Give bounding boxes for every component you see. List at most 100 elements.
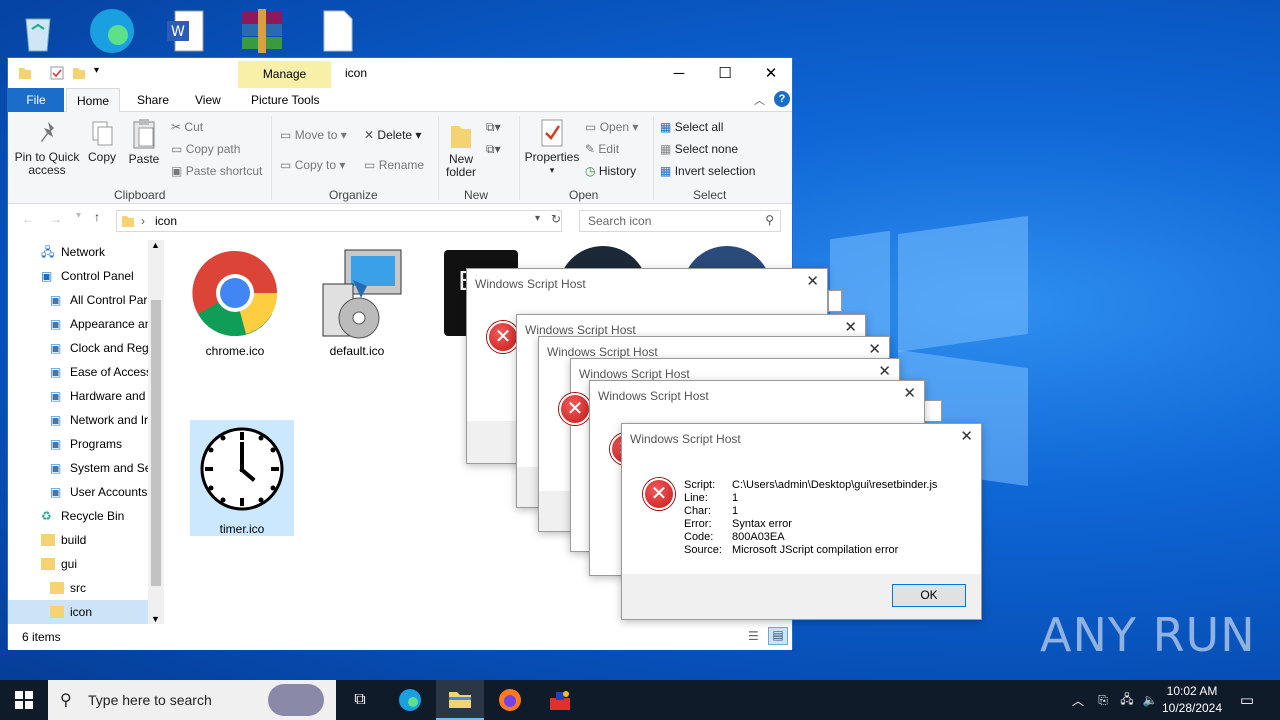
- taskbar-app-button[interactable]: [536, 680, 584, 720]
- nav-item[interactable]: ▣ System and Se: [8, 456, 148, 480]
- control-panel-item-icon: ▣: [50, 365, 62, 379]
- delete-button[interactable]: ✕ Delete ▾: [364, 128, 421, 142]
- maximize-button[interactable]: ☐: [702, 58, 748, 88]
- details-view-icon[interactable]: ☰: [748, 629, 759, 643]
- quick-access-dropdown-icon[interactable]: ▾: [94, 65, 99, 81]
- tab-picture-tools[interactable]: Picture Tools: [241, 88, 329, 112]
- help-icon[interactable]: ?: [774, 91, 790, 107]
- tab-share[interactable]: Share: [127, 88, 179, 112]
- nav-item-label: Control Panel: [61, 269, 134, 283]
- up-arrow-icon[interactable]: ↑: [94, 210, 100, 224]
- refresh-icon[interactable]: ↻: [551, 212, 561, 226]
- scroll-up-icon[interactable]: ▲: [151, 240, 160, 250]
- tab-home[interactable]: Home: [66, 88, 121, 113]
- task-view-button[interactable]: ⧉: [336, 680, 384, 720]
- network-icon[interactable]: 🖧: [1116, 680, 1138, 720]
- new-folder-quick-icon[interactable]: [72, 65, 86, 81]
- ribbon-separator: [438, 116, 439, 200]
- nav-item[interactable]: ▣ All Control Par: [8, 288, 148, 312]
- paste-shortcut-button[interactable]: ▣ Paste shortcut: [171, 164, 262, 178]
- nav-item[interactable]: ▣ Ease of Access: [8, 360, 148, 384]
- taskbar-explorer-button[interactable]: [436, 680, 484, 720]
- ok-button[interactable]: OK: [892, 584, 966, 607]
- close-icon[interactable]: ✕: [844, 318, 857, 336]
- close-button[interactable]: ✕: [748, 58, 794, 88]
- tab-view[interactable]: View: [185, 88, 231, 112]
- history-button[interactable]: ◷ History: [585, 164, 636, 178]
- close-icon[interactable]: ✕: [878, 362, 891, 380]
- nav-item[interactable]: 🖧 Network: [8, 240, 148, 264]
- nav-item[interactable]: ▣ Hardware and: [8, 384, 148, 408]
- edge-icon[interactable]: [84, 6, 140, 56]
- taskbar-firefox-button[interactable]: [486, 680, 534, 720]
- move-to-button[interactable]: ▭ Move to ▾: [280, 128, 347, 142]
- file-item[interactable]: chrome.ico: [183, 242, 287, 358]
- nav-item[interactable]: ▣ Appearance an: [8, 312, 148, 336]
- large-icons-view-icon[interactable]: ▤: [768, 627, 788, 645]
- nav-item[interactable]: ▣ Clock and Regi: [8, 336, 148, 360]
- nav-item[interactable]: ▣ Control Panel: [8, 264, 148, 288]
- meet-now-icon[interactable]: ⎘: [1092, 680, 1114, 720]
- file-item-selected[interactable]: timer.ico: [190, 420, 294, 536]
- nav-item[interactable]: gui: [8, 552, 148, 576]
- new-item-icon[interactable]: ⧉▾: [486, 120, 501, 135]
- address-bar[interactable]: › icon ▾ ↻: [116, 210, 562, 232]
- properties-button[interactable]: Properties ▾: [524, 118, 580, 177]
- recent-locations-icon[interactable]: ▾: [76, 210, 81, 221]
- file-item[interactable]: default.ico: [305, 242, 409, 358]
- close-icon[interactable]: ✕: [806, 272, 819, 290]
- start-button[interactable]: [0, 680, 48, 720]
- taskbar-search-box[interactable]: ⚲ Type here to search: [48, 680, 336, 720]
- collapse-ribbon-icon[interactable]: ︿: [754, 92, 765, 108]
- blank-file-icon[interactable]: [310, 6, 366, 56]
- invert-selection-button[interactable]: ▦ Invert selection: [660, 164, 755, 178]
- rename-button[interactable]: ▭ Rename: [364, 158, 424, 172]
- nav-scrollbar[interactable]: ▲ ▼: [148, 240, 164, 624]
- scroll-thumb[interactable]: [151, 300, 161, 586]
- select-group-label: Select: [693, 188, 727, 202]
- nav-item[interactable]: ▣ Network and Ir: [8, 408, 148, 432]
- select-none-button[interactable]: ▦ Select none: [660, 142, 738, 156]
- nav-item[interactable]: ▣ Programs: [8, 432, 148, 456]
- word-document-icon[interactable]: W: [157, 6, 213, 56]
- tray-overflow-icon[interactable]: ︿: [1068, 680, 1088, 720]
- scroll-down-icon[interactable]: ▼: [151, 614, 160, 624]
- close-icon[interactable]: ✕: [868, 340, 881, 358]
- pin-quick-access-button[interactable]: Pin to Quick access: [14, 120, 82, 177]
- winrar-icon[interactable]: [234, 6, 290, 56]
- minimize-button[interactable]: ─: [656, 58, 702, 88]
- manage-contextual-tab[interactable]: Manage: [238, 61, 331, 88]
- history-label: History: [598, 164, 637, 178]
- copy-button[interactable]: Copy: [86, 120, 118, 164]
- new-folder-button[interactable]: New folder: [442, 120, 480, 179]
- taskbar-clock[interactable]: 10:02 AM 10/28/2024: [1160, 683, 1224, 717]
- copy-path-button[interactable]: ▭ Copy path: [171, 142, 240, 156]
- close-icon[interactable]: ✕: [903, 384, 916, 402]
- paste-button[interactable]: Paste: [126, 118, 162, 166]
- nav-item[interactable]: build: [8, 528, 148, 552]
- cut-button[interactable]: ✂ Cut: [171, 120, 203, 134]
- breadcrumb-current[interactable]: icon: [155, 214, 177, 228]
- easy-access-icon[interactable]: ⧉▾: [486, 142, 501, 157]
- forward-arrow-icon[interactable]: →: [50, 212, 62, 226]
- clipboard-group-label: Clipboard: [114, 188, 166, 202]
- properties-check-icon[interactable]: [50, 65, 64, 81]
- close-icon[interactable]: ✕: [960, 427, 973, 445]
- invert-selection-label: Invert selection: [674, 164, 756, 178]
- open-button[interactable]: ▭ Open ▾: [585, 120, 638, 134]
- volume-icon[interactable]: 🔈: [1140, 680, 1160, 720]
- recycle-bin-icon[interactable]: [10, 6, 66, 56]
- nav-item[interactable]: ♻ Recycle Bin: [8, 504, 148, 528]
- copy-to-button[interactable]: ▭ Copy to ▾: [280, 158, 345, 172]
- nav-item[interactable]: src: [8, 576, 148, 600]
- notifications-icon[interactable]: ▭: [1232, 680, 1262, 720]
- taskbar-edge-button[interactable]: [386, 680, 434, 720]
- back-arrow-icon[interactable]: ←: [22, 212, 34, 226]
- nav-item[interactable]: icon: [8, 600, 148, 624]
- edit-button[interactable]: ✎ Edit: [585, 142, 619, 156]
- nav-item[interactable]: ▣ User Accounts: [8, 480, 148, 504]
- code-value: 800A03EA: [732, 531, 785, 543]
- select-all-button[interactable]: ▦ Select all: [660, 120, 723, 134]
- search-box[interactable]: Search icon ⚲: [579, 210, 781, 232]
- address-dropdown-icon[interactable]: ▾: [535, 213, 540, 224]
